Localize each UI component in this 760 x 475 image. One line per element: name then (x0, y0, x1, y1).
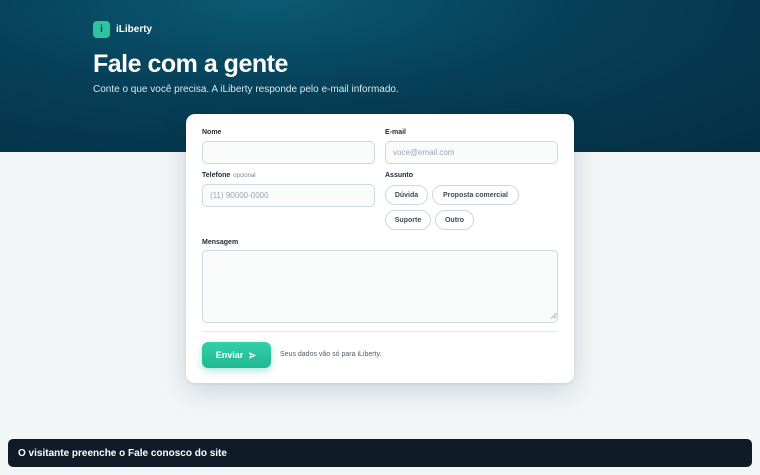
subject-option-outro[interactable]: Outro (435, 210, 474, 230)
toast-text: O visitante preenche o Fale conosco do s… (18, 447, 227, 459)
phone-label: Telefone opcional (202, 172, 256, 179)
subject-option-proposta-comercial[interactable]: Proposta comercial (432, 185, 519, 205)
phone-label-text: Telefone (202, 172, 231, 179)
status-toast: O visitante preenche o Fale conosco do s… (8, 439, 752, 467)
page-subtitle: Conte o que você precisa. A iLiberty res… (93, 84, 399, 95)
brand-logo-icon: i (93, 21, 110, 38)
phone-optional-tag: opcional (233, 173, 256, 179)
name-label: Nome (202, 129, 222, 136)
email-field[interactable] (385, 141, 558, 164)
form-divider (202, 331, 558, 332)
message-label: Mensagem (202, 239, 239, 246)
privacy-note: Seus dados vão só para iLiberty. (280, 351, 382, 358)
email-label: E-mail (385, 129, 407, 136)
submit-button[interactable]: Enviar (202, 342, 271, 368)
subject-option-suporte[interactable]: Suporte (385, 210, 431, 230)
name-field[interactable] (202, 141, 375, 164)
subject-option-duvida[interactable]: Dúvida (385, 185, 428, 205)
brand: i iLiberty (93, 21, 152, 38)
brand-name: iLiberty (116, 24, 153, 35)
send-arrow-icon (249, 351, 257, 359)
page-title: Fale com a gente (93, 50, 288, 78)
contact-form-card: Nome E-mail Telefoneopcional Assunto Dúv… (186, 114, 574, 383)
submit-button-label: Enviar (215, 350, 244, 360)
subject-label: Assunto (385, 172, 413, 179)
message-field[interactable] (202, 250, 558, 323)
phone-field[interactable] (202, 184, 375, 207)
resize-grip-icon[interactable] (550, 312, 557, 319)
